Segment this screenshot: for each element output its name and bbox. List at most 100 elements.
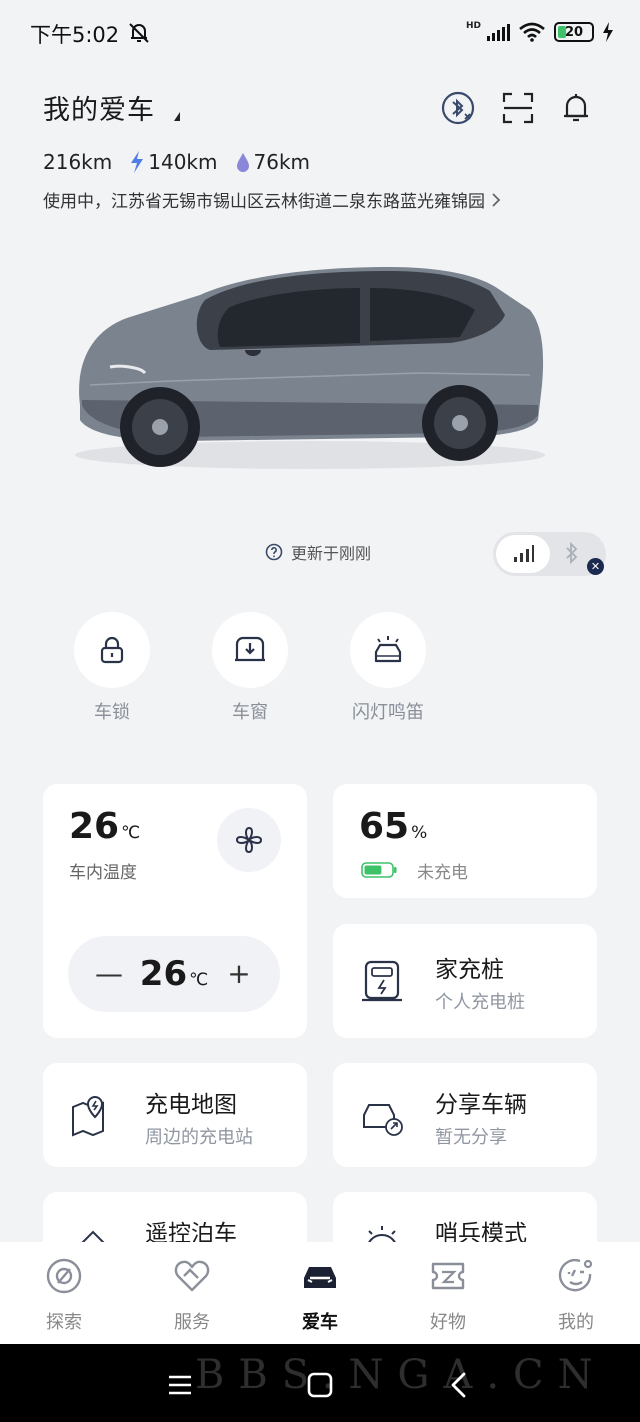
home-charger-title: 家充桩 <box>435 957 504 983</box>
share-car-title: 分享车辆 <box>435 1092 527 1118</box>
bluetooth-icon[interactable] <box>565 542 579 564</box>
fuel-range: 76km <box>236 150 311 174</box>
cellular-signal-icon <box>514 545 534 562</box>
flash-horn-label: 闪灯鸣笛 <box>352 702 424 723</box>
shop-icon <box>431 1262 465 1290</box>
bottom-navigation: 探索 服务 爱车 好物 我的 <box>0 1242 640 1344</box>
wifi-icon <box>519 22 545 42</box>
fan-icon <box>235 826 263 854</box>
bluetooth-disconnected-icon: ✕ <box>587 558 604 575</box>
charge-map-title: 充电地图 <box>145 1092 237 1118</box>
battery-level-value: 65 <box>359 806 410 847</box>
quick-action-window[interactable]: 车窗 <box>210 612 290 724</box>
nav-explore-label: 探索 <box>46 1312 82 1333</box>
climate-card[interactable]: 26 ℃ 车内温度 — 26 ℃ + <box>43 784 307 1038</box>
vehicle-image <box>75 267 545 469</box>
charge-map-subtitle: 周边的充电站 <box>145 1127 253 1148</box>
home-charger-icon <box>362 960 402 1002</box>
vehicle-selector[interactable]: 我的爱车 <box>43 88 155 127</box>
chevron-right-icon <box>492 192 501 207</box>
service-icon <box>174 1260 210 1292</box>
window-icon <box>235 636 265 662</box>
window-button[interactable] <box>212 612 288 688</box>
nav-service[interactable]: 服务 <box>152 1256 232 1334</box>
profile-icon <box>558 1259 593 1292</box>
mute-bell-icon <box>129 23 149 43</box>
nav-explore[interactable]: 探索 <box>24 1256 104 1334</box>
hd-network-label: HD <box>465 21 481 31</box>
temp-decrease-button[interactable]: — <box>94 960 124 988</box>
charge-map-card[interactable]: 充电地图 周边的充电站 <box>43 1063 307 1167</box>
share-car-card[interactable]: 分享车辆 暂无分享 <box>333 1063 597 1167</box>
explore-icon <box>46 1258 82 1294</box>
connection-mode-toggle[interactable]: ✕ <box>493 532 606 576</box>
status-bar: 下午5:02 HD 20 <box>0 0 640 64</box>
network-mode-option[interactable] <box>496 535 550 573</box>
vehicle-location[interactable]: 使用中，江苏省无锡市锡山区云林街道二泉东路蓝光雍锦园 <box>43 187 501 212</box>
temperature-stepper[interactable]: — 26 ℃ + <box>68 936 280 1012</box>
watermark: BBS.NGA.CN <box>195 1352 607 1398</box>
bluetooth-key-icon[interactable] <box>440 90 476 126</box>
notification-bell-icon[interactable] <box>558 90 594 126</box>
electric-range-value: 140km <box>148 150 218 174</box>
fuel-drop-icon <box>236 153 249 172</box>
range-stats: 216km 140km 76km <box>43 150 310 174</box>
battery-card[interactable]: 65% 未充电 <box>333 784 597 898</box>
share-car-icon <box>363 1104 403 1136</box>
update-status[interactable]: 更新于刚刚 <box>265 540 371 564</box>
scan-icon[interactable] <box>500 90 536 126</box>
nav-profile-label: 我的 <box>558 1312 594 1333</box>
status-time: 下午5:02 <box>30 23 120 47</box>
dropdown-caret-icon[interactable] <box>174 112 180 121</box>
cabin-temp-unit: ℃ <box>121 823 141 843</box>
total-range: 216km <box>43 150 112 174</box>
signal-icon <box>487 23 510 41</box>
quick-action-lock[interactable]: 车锁 <box>72 612 152 724</box>
update-text: 更新于刚刚 <box>291 544 372 563</box>
status-icons: HD 20 <box>464 20 614 44</box>
electric-range: 140km <box>130 150 218 174</box>
fan-button[interactable] <box>217 808 281 872</box>
cabin-temp-label: 车内温度 <box>69 863 137 883</box>
window-label: 车窗 <box>232 702 268 723</box>
nav-car[interactable]: 爱车 <box>280 1256 360 1334</box>
fuel-range-value: 76km <box>253 150 311 174</box>
set-temperature: 26 ℃ <box>140 954 208 994</box>
temp-increase-button[interactable]: + <box>224 960 254 988</box>
nav-service-label: 服务 <box>174 1312 210 1333</box>
home-square-icon[interactable] <box>305 1370 335 1400</box>
battery-level-unit: % <box>411 823 428 843</box>
cabin-temperature: 26 ℃ <box>69 806 140 847</box>
nav-shop-label: 好物 <box>430 1312 466 1333</box>
flash-horn-icon <box>374 636 402 663</box>
home-charger-subtitle: 个人充电桩 <box>435 992 525 1013</box>
system-navigation-bar: BBS.NGA.CN <box>0 1344 640 1422</box>
battery-indicator: 20 <box>554 22 594 42</box>
lock-label: 车锁 <box>94 702 130 723</box>
battery-percent: 20 <box>564 24 584 40</box>
location-text: 使用中，江苏省无锡市锡山区云林街道二泉东路蓝光雍锦园 <box>43 192 485 212</box>
set-temp-value: 26 <box>139 954 188 994</box>
car-icon <box>304 1267 336 1288</box>
nav-car-label: 爱车 <box>302 1312 338 1333</box>
lock-icon <box>100 636 124 664</box>
header: 我的爱车 <box>0 80 640 140</box>
charge-map-icon <box>72 1095 104 1137</box>
flash-horn-button[interactable] <box>350 612 426 688</box>
share-car-subtitle: 暂无分享 <box>435 1127 507 1148</box>
total-range-value: 216km <box>43 150 113 174</box>
set-temp-unit: ℃ <box>189 970 209 990</box>
cabin-temp-value: 26 <box>69 806 120 847</box>
battery-level: 65% <box>359 806 427 847</box>
battery-level-icon <box>361 862 397 878</box>
home-charger-card[interactable]: 家充桩 个人充电桩 <box>333 924 597 1038</box>
lightning-icon <box>131 151 144 173</box>
nav-profile[interactable]: 我的 <box>536 1256 616 1334</box>
menu-icon[interactable] <box>165 1370 195 1400</box>
charging-bolt-icon <box>603 22 613 42</box>
back-icon[interactable] <box>445 1370 475 1400</box>
quick-action-flash-horn[interactable]: 闪灯鸣笛 <box>348 612 428 724</box>
lock-button[interactable] <box>74 612 150 688</box>
nav-shop[interactable]: 好物 <box>408 1256 488 1334</box>
charging-status: 未充电 <box>417 863 468 883</box>
